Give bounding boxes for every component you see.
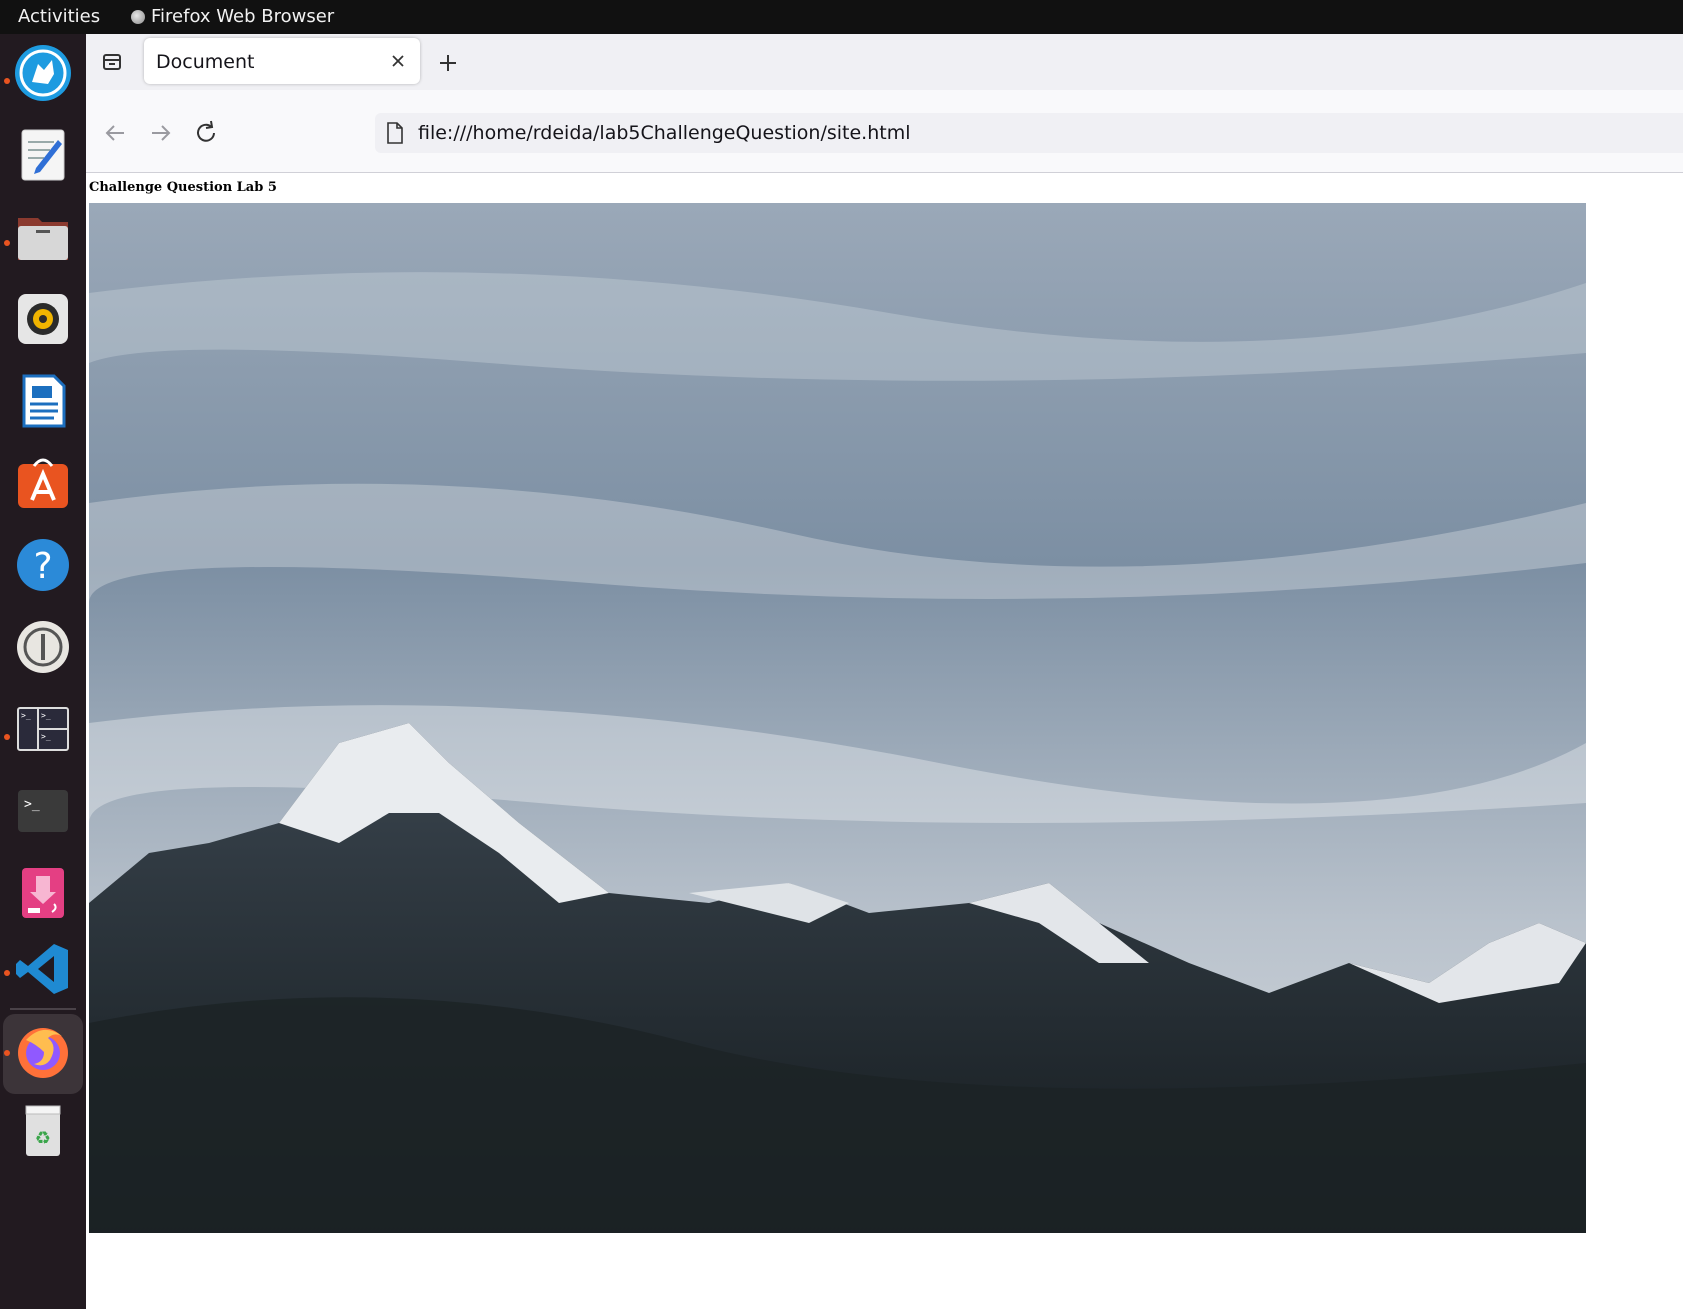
navigation-toolbar: file:///home/rdeida/lab5ChallengeQuestio… [86, 90, 1683, 173]
dock-item-files[interactable] [0, 202, 86, 282]
folder-icon [18, 218, 68, 260]
tab-strip: Document [86, 34, 1683, 90]
tab-title: Document [156, 51, 255, 73]
page-heading: Challenge Question Lab 5 [89, 180, 277, 195]
new-tab-icon[interactable] [432, 47, 464, 79]
svg-text:♻: ♻ [35, 1128, 51, 1149]
tiled-terminal-icon: >_ >_ >_ [17, 707, 69, 751]
forward-arrow-icon[interactable] [144, 116, 178, 150]
url-bar[interactable]: file:///home/rdeida/lab5ChallengeQuestio… [375, 113, 1683, 153]
help-icon: ? [17, 539, 69, 591]
dock-item-text-editor[interactable] [0, 120, 86, 200]
running-indicator [4, 240, 10, 246]
svg-text:?: ? [33, 546, 52, 587]
dock-item-app-launcher[interactable] [0, 40, 86, 120]
text-editor-icon [21, 129, 65, 181]
document-writer-icon [22, 374, 66, 428]
svg-text:>_: >_ [24, 797, 40, 812]
dock-item-writer[interactable] [0, 366, 86, 446]
firefox-window: Document file:///home/rdeida/lab5Challen… [86, 34, 1683, 1309]
app-menu-label: Firefox Web Browser [151, 6, 335, 27]
software-store-icon [18, 458, 68, 508]
page-icon [387, 122, 403, 144]
url-text: file:///home/rdeida/lab5ChallengeQuestio… [418, 122, 911, 144]
firefox-small-icon [131, 9, 145, 24]
running-indicator [4, 1050, 10, 1056]
trash-icon: ♻ [25, 1105, 61, 1156]
tab-document[interactable]: Document [144, 38, 420, 84]
download-installer-icon [22, 868, 64, 918]
mountain-image [89, 203, 1586, 1233]
activities-button[interactable]: Activities [18, 6, 100, 27]
reload-icon[interactable] [189, 116, 223, 150]
running-indicator [4, 78, 10, 84]
svg-text:>_: >_ [41, 732, 51, 741]
app-menu[interactable]: Firefox Web Browser [131, 6, 334, 27]
dock-item-firefox[interactable] [0, 1014, 86, 1094]
dock-item-password-manager[interactable] [0, 612, 86, 692]
firefox-icon [18, 1028, 68, 1078]
terminal-icon: >_ [18, 790, 68, 832]
dock: ? >_ >_ >_ >_ ♻ [0, 34, 86, 1309]
vscode-icon [16, 944, 68, 994]
dock-item-installer[interactable] [0, 858, 86, 938]
running-indicator [4, 970, 10, 976]
speaker-icon [18, 294, 68, 344]
key-icon [17, 621, 69, 673]
dock-item-trash[interactable]: ♻ [0, 1098, 86, 1178]
svg-text:>_: >_ [21, 711, 31, 720]
dock-item-terminal[interactable]: >_ [0, 776, 86, 856]
dock-item-help[interactable]: ? [0, 530, 86, 610]
dock-separator [10, 1008, 76, 1010]
dock-item-rhythmbox[interactable] [0, 284, 86, 364]
close-icon[interactable] [384, 47, 412, 75]
system-top-bar: Activities Firefox Web Browser [0, 0, 1683, 34]
dock-item-ubuntu-software[interactable] [0, 448, 86, 528]
page-content: Challenge Question Lab 5 [86, 173, 1683, 1309]
dock-item-tilix[interactable]: >_ >_ >_ [0, 694, 86, 774]
running-indicator [4, 734, 10, 740]
back-arrow-icon[interactable] [98, 116, 132, 150]
svg-text:>_: >_ [41, 711, 51, 720]
tab-list-icon[interactable] [96, 46, 128, 78]
wolf-icon [15, 45, 71, 101]
